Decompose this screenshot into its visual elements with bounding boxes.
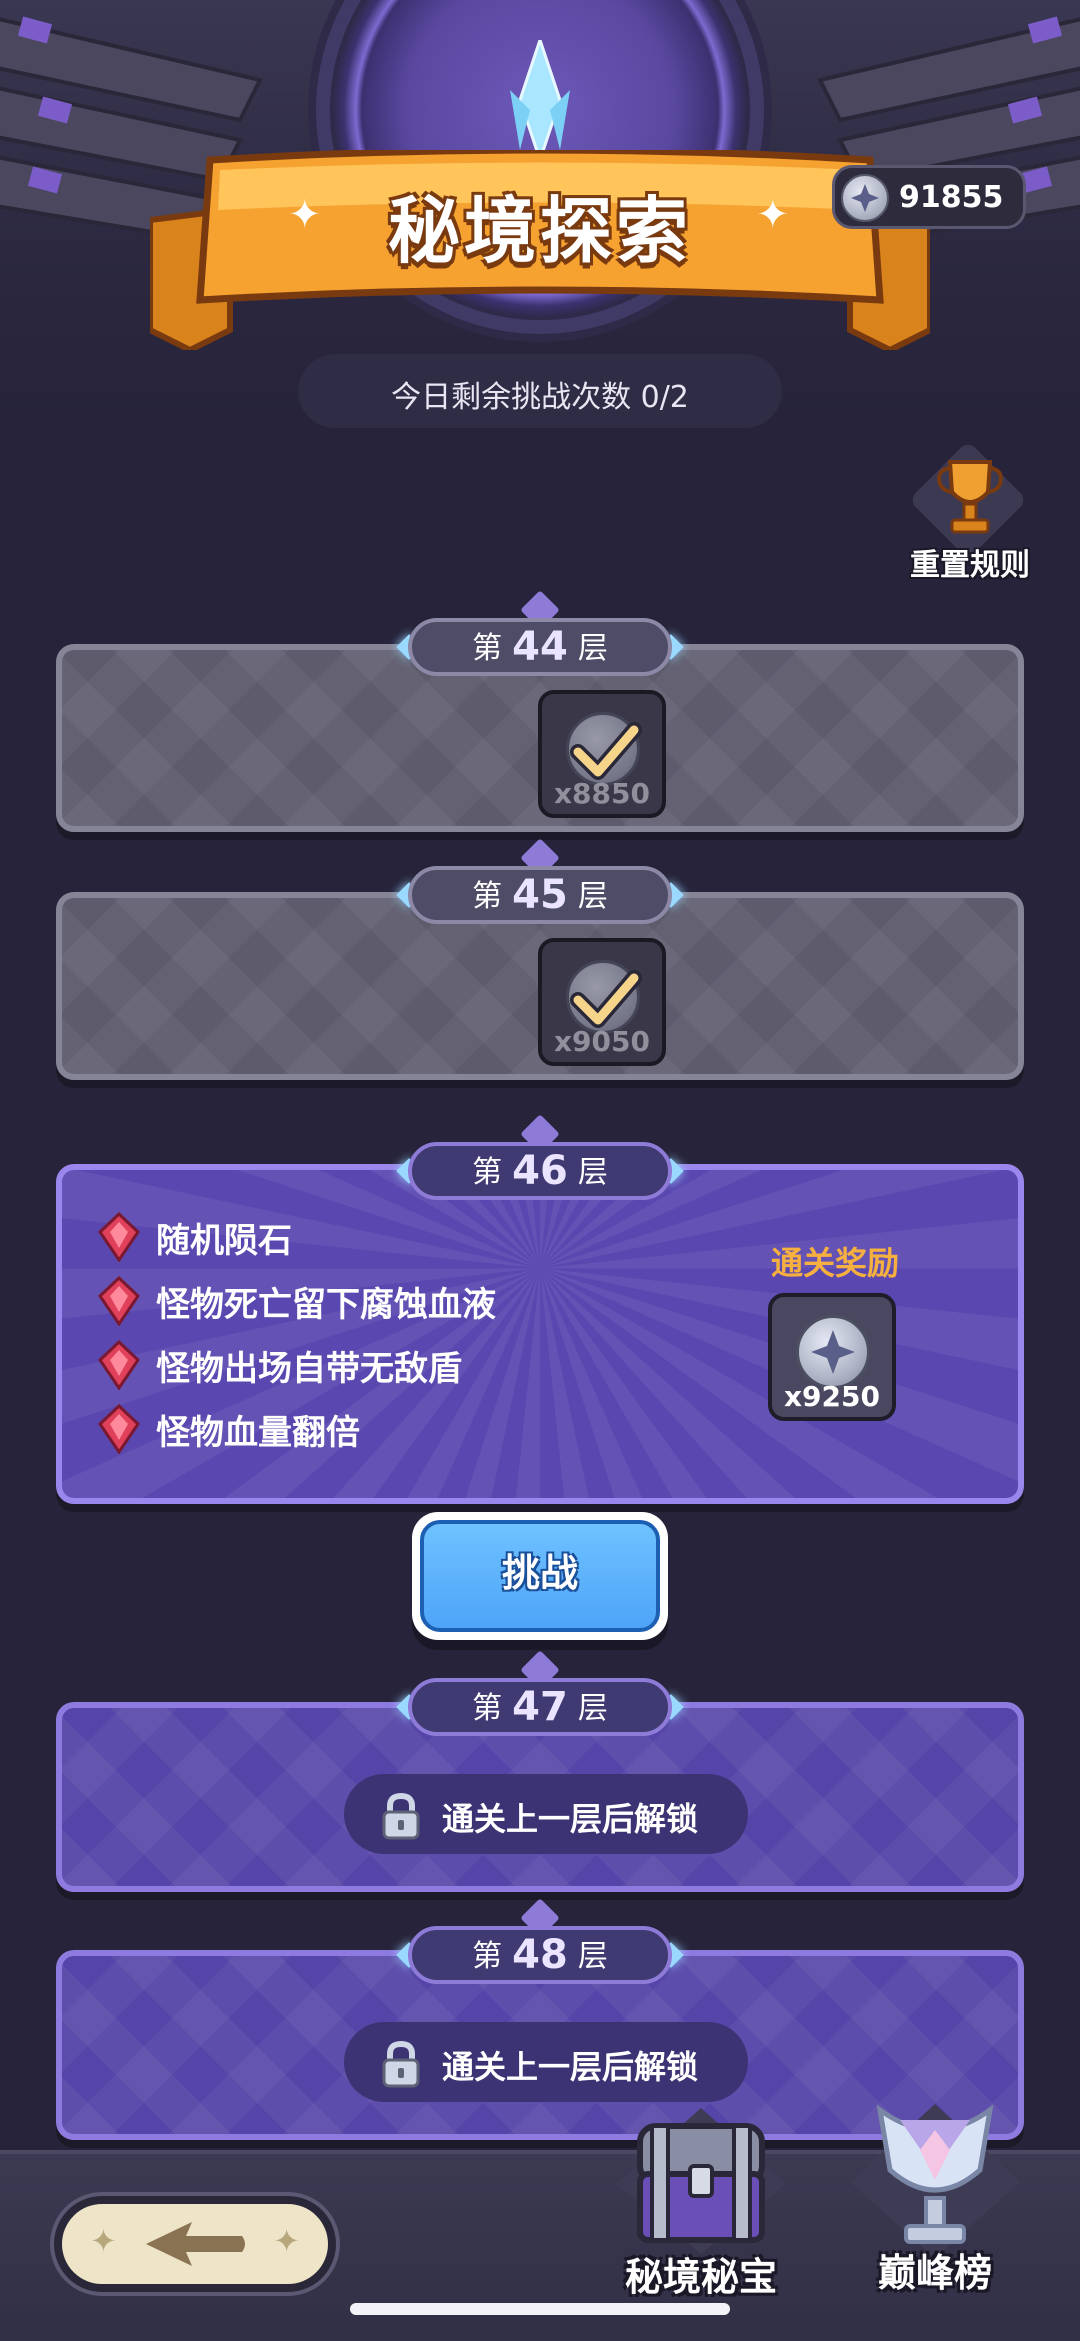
floor-number: 48 — [512, 1932, 568, 1978]
lock-status-pill: 通关上一层后解锁 — [344, 2022, 748, 2102]
modifier-text: 怪物血量翻倍 — [156, 1412, 360, 1453]
sparkle-icon: ✦ — [756, 192, 790, 238]
reward-quantity: x8850 — [554, 777, 650, 810]
remaining-attempts-text: 今日剩余挑战次数 0/2 — [391, 380, 689, 415]
home-indicator[interactable] — [350, 2303, 730, 2315]
floor-number: 46 — [512, 1148, 568, 1194]
lock-status-pill: 通关上一层后解锁 — [344, 1774, 748, 1854]
reward-box[interactable]: x9250 — [768, 1293, 896, 1421]
reward-quantity: x9250 — [784, 1380, 880, 1413]
floor-prefix: 第 — [472, 879, 503, 914]
modifier-item: 随机陨石 — [98, 1210, 292, 1264]
red-gem-icon — [98, 1276, 140, 1326]
reward-box: x9050 — [538, 938, 666, 1066]
floor-prefix: 第 — [472, 631, 503, 666]
silver-star-coin-icon — [841, 174, 889, 222]
floor-suffix: 层 — [577, 1155, 608, 1190]
floor-prefix: 第 — [472, 1155, 503, 1190]
lock-text: 通关上一层后解锁 — [442, 1800, 699, 1838]
floor-label-44: 第 44 层 — [408, 618, 672, 676]
modifier-item: 怪物出场自带无敌盾 — [98, 1338, 462, 1392]
red-gem-icon — [98, 1212, 140, 1262]
crystal-icon — [510, 40, 570, 160]
treasure-chest-icon — [616, 2108, 786, 2254]
modifier-item: 怪物血量翻倍 — [98, 1402, 360, 1456]
page-title: 秘境探索 — [387, 189, 692, 273]
secret-treasure-button[interactable]: 秘境秘宝 — [606, 2104, 796, 2304]
lock-icon — [382, 2040, 420, 2088]
remaining-attempts-pill: 今日剩余挑战次数 0/2 — [298, 354, 782, 428]
floor-prefix: 第 — [472, 1691, 503, 1726]
floor-suffix: 层 — [577, 631, 608, 666]
reward-quantity: x9050 — [554, 1025, 650, 1058]
red-gem-icon — [98, 1404, 140, 1454]
back-button[interactable]: ✦ ✦ — [54, 2196, 336, 2292]
modifier-text: 怪物出场自带无敌盾 — [156, 1348, 462, 1389]
reset-rules-button[interactable]: 重置规则 — [900, 440, 1040, 583]
floor-prefix: 第 — [472, 1939, 503, 1974]
reset-rules-label: 重置规则 — [910, 548, 1030, 583]
reward-box: x8850 — [538, 690, 666, 818]
sparkle-icon: ✦ — [288, 192, 322, 238]
floor-number: 47 — [512, 1684, 568, 1730]
floor-suffix: 层 — [577, 1939, 608, 1974]
challenge-button-label: 挑战 — [420, 1520, 660, 1632]
red-gem-icon — [98, 1340, 140, 1390]
currency-display[interactable]: 91855 — [832, 165, 1026, 229]
floor-suffix: 层 — [577, 1691, 608, 1726]
floor-label-48: 第 48 层 — [408, 1926, 672, 1984]
modifier-text: 随机陨石 — [156, 1220, 292, 1261]
floor-label-47: 第 47 层 — [408, 1678, 672, 1736]
silver-star-coin-icon — [796, 1315, 870, 1389]
modifier-item: 怪物死亡留下腐蚀血液 — [98, 1274, 496, 1328]
back-arrow-icon — [146, 2222, 245, 2266]
floor-number: 45 — [512, 872, 568, 918]
trophy-icon — [937, 460, 1003, 534]
sparkle-icon: ✦ — [273, 2222, 300, 2260]
modifier-text: 怪物死亡留下腐蚀血液 — [156, 1284, 496, 1325]
ranking-label: 巅峰榜 — [877, 2251, 992, 2295]
challenge-button[interactable]: 挑战 — [412, 1512, 668, 1640]
floor-label-45: 第 45 层 — [408, 866, 672, 924]
clear-reward-title: 通关奖励 — [770, 1244, 899, 1282]
floor-number: 44 — [512, 624, 568, 670]
ranking-button[interactable]: 巅峰榜 — [840, 2090, 1030, 2295]
lock-text: 通关上一层后解锁 — [442, 2048, 699, 2086]
sparkle-icon: ✦ — [90, 2222, 117, 2260]
crystal-trophy-icon — [850, 2104, 1020, 2258]
floor-suffix: 层 — [577, 879, 608, 914]
secret-treasure-label: 秘境秘宝 — [624, 2255, 777, 2299]
floor-label-46: 第 46 层 — [408, 1142, 672, 1200]
lock-icon — [382, 1792, 420, 1840]
currency-value: 91855 — [899, 180, 1004, 215]
